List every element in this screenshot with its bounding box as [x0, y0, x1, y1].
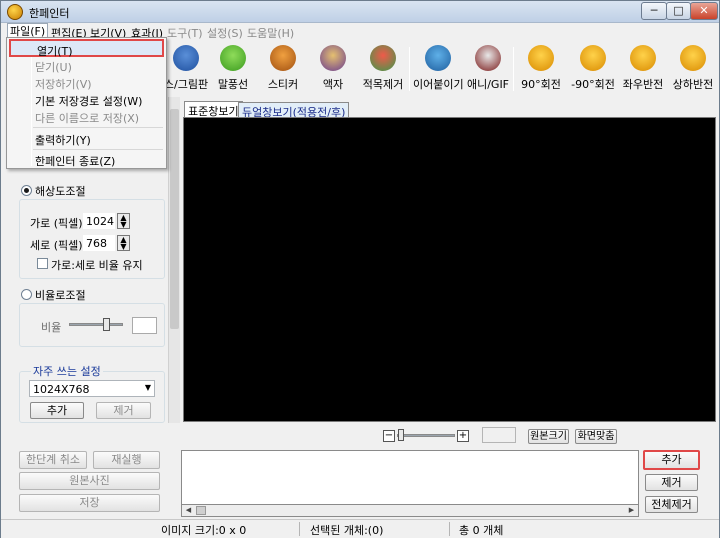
toolbar-divider: [409, 47, 410, 91]
zoom-slider-thumb[interactable]: [398, 429, 404, 441]
toolbar-divider: [513, 47, 514, 91]
maximize-button[interactable]: □: [666, 2, 691, 20]
status-divider: [299, 522, 300, 536]
ratio-value-box[interactable]: [132, 317, 157, 334]
menu-settings[interactable]: 설정(S): [207, 25, 243, 41]
ratio-adjust-label: 비율로조절: [35, 289, 86, 302]
remove-all-button[interactable]: 전체제거: [645, 496, 698, 513]
tool-sticker[interactable]: 스티커: [258, 43, 308, 91]
undo-button[interactable]: 한단계 취소: [19, 451, 87, 469]
tool-flip-horizontal[interactable]: 좌우반전: [618, 43, 668, 91]
ratio-adjust-radio[interactable]: [21, 289, 32, 300]
menu-item-default-path[interactable]: 기본 저장경로 설정(W): [9, 91, 164, 108]
speech-bubble-icon: [220, 45, 246, 71]
preset-add-button[interactable]: 추가: [30, 402, 84, 419]
tool-red-eye[interactable]: 적목제거: [358, 43, 408, 91]
app-window: 한페인터 ─ □ ✕ 파일(F) 편집(E) 보기(V) 효과(I) 도구(T)…: [0, 0, 720, 538]
title-bar: 한페인터 ─ □ ✕: [1, 1, 719, 23]
tool-flip-vertical[interactable]: 상하반전: [668, 43, 718, 91]
height-label: 세로 (픽셀): [30, 239, 83, 252]
keep-ratio-label: 가로:세로 비율 유지: [51, 259, 143, 272]
original-size-button[interactable]: 원본크기: [528, 429, 569, 444]
flip-horizontal-icon: [630, 45, 656, 71]
fit-screen-button[interactable]: 화면맞춤: [575, 429, 617, 444]
sticker-icon: [270, 45, 296, 71]
tab-dual-view[interactable]: 듀얼창보기(적용전/후): [238, 102, 350, 119]
window-title: 한페인터: [29, 7, 70, 20]
image-canvas[interactable]: [183, 117, 716, 422]
scrollbar-thumb[interactable]: [170, 109, 179, 329]
tool-rotate-90[interactable]: 90°회전: [516, 43, 566, 91]
ratio-slider-thumb[interactable]: [103, 318, 110, 331]
add-file-button[interactable]: 추가: [643, 450, 700, 470]
menu-item-save-as[interactable]: 다른 이름으로 저장(X): [9, 108, 164, 125]
status-bar: 이미지 크기:0 x 0 선택된 개체:(0) 총 0 개체: [1, 519, 719, 538]
ratio-slider-track[interactable]: [69, 323, 123, 326]
height-spinner[interactable]: ▲ ▼: [117, 235, 130, 251]
zoom-out-button[interactable]: −: [383, 430, 395, 442]
menu-item-open[interactable]: 열기(T): [9, 39, 164, 58]
ratio-label: 비율: [41, 321, 62, 334]
panel-scrollbar[interactable]: [168, 97, 180, 423]
tab-standard-view[interactable]: 표준창보기: [184, 101, 243, 118]
scroll-left-icon[interactable]: ◀: [183, 506, 194, 516]
flip-vertical-icon: [680, 45, 706, 71]
status-total: 총 0 개체: [459, 524, 504, 537]
scrollbar-thumb[interactable]: [196, 506, 206, 515]
menu-tools[interactable]: 도구(T): [167, 25, 203, 41]
zoom-value-box[interactable]: [482, 427, 516, 443]
status-selected: 선택된 개체:(0): [310, 524, 384, 537]
tool-rotate-minus-90[interactable]: -90°회전: [568, 43, 618, 91]
height-input[interactable]: 768: [83, 235, 115, 251]
keep-ratio-checkbox[interactable]: [37, 258, 48, 269]
presets-label: 자주 쓰는 설정: [31, 363, 103, 379]
close-button[interactable]: ✕: [690, 2, 718, 20]
tool-frame[interactable]: 액자: [308, 43, 358, 91]
merge-icon: [425, 45, 451, 71]
resolution-radio[interactable]: [21, 185, 32, 196]
width-spinner[interactable]: ▲ ▼: [117, 213, 130, 229]
app-logo-icon: [7, 4, 23, 20]
tool-merge[interactable]: 이어붙이기: [413, 43, 464, 91]
tool-sketch[interactable]: 스/그림판: [161, 43, 211, 91]
menu-item-close[interactable]: 닫기(U): [9, 57, 164, 74]
zoom-in-button[interactable]: +: [457, 430, 469, 442]
status-image-size: 이미지 크기:0 x 0: [161, 524, 247, 537]
tool-speech-bubble[interactable]: 말풍선: [208, 43, 258, 91]
menu-item-print[interactable]: 출력하기(Y): [9, 130, 164, 147]
file-menu-dropdown: 열기(T) 닫기(U) 저장하기(V) 기본 저장경로 설정(W) 다른 이름으…: [6, 37, 167, 169]
preset-remove-button[interactable]: 제거: [96, 402, 151, 419]
status-divider: [449, 522, 450, 536]
zoom-slider-track[interactable]: [397, 434, 455, 437]
menu-item-save[interactable]: 저장하기(V): [9, 74, 164, 91]
menu-separator: [33, 149, 163, 150]
menu-help[interactable]: 도움말(H): [247, 25, 294, 41]
rotate-left-icon: [580, 45, 606, 71]
preset-select[interactable]: 1024X768 ▼: [29, 380, 155, 397]
chevron-down-icon: ▼: [144, 383, 151, 392]
width-label: 가로 (픽셀): [30, 217, 83, 230]
menu-item-exit[interactable]: 한페인터 종료(Z): [9, 151, 164, 168]
tool-animation[interactable]: 애니/GIF: [463, 43, 513, 91]
save-button[interactable]: 저장: [19, 494, 160, 512]
minimize-button[interactable]: ─: [641, 2, 667, 20]
redo-button[interactable]: 재실행: [93, 451, 160, 469]
sketch-icon: [173, 45, 199, 71]
remove-file-button[interactable]: 제거: [645, 474, 698, 491]
rotate-right-icon: [528, 45, 554, 71]
red-eye-icon: [370, 45, 396, 71]
original-photo-button[interactable]: 원본사진: [19, 472, 160, 490]
scroll-right-icon[interactable]: ▶: [626, 506, 637, 516]
file-list-scrollbar[interactable]: ◀ ▶: [181, 504, 639, 517]
animation-icon: [475, 45, 501, 71]
resolution-label: 해상도조절: [35, 185, 86, 198]
width-input[interactable]: 1024: [83, 213, 115, 229]
frame-icon: [320, 45, 346, 71]
menu-separator: [33, 127, 163, 128]
